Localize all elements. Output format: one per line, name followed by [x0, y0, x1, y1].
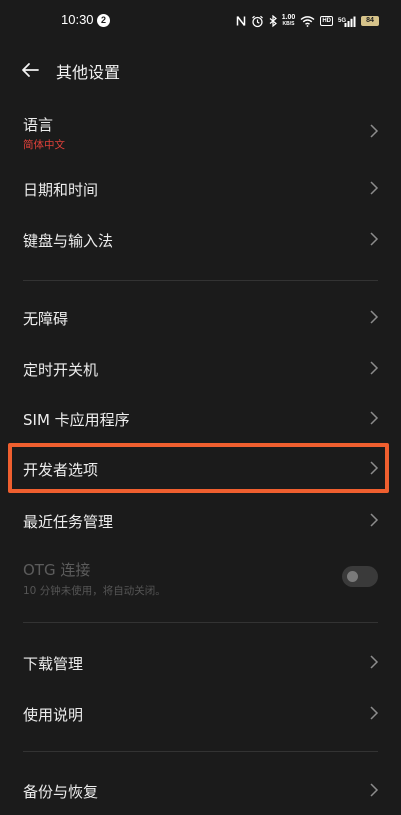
downloads-label: 下载管理	[23, 655, 84, 673]
section-divider	[23, 280, 378, 281]
settings-item-language[interactable]: 语言 简体中文	[0, 104, 401, 160]
chevron-right-icon	[370, 232, 379, 246]
settings-item-sim-apps[interactable]: SIM 卡应用程序	[0, 394, 401, 442]
sim-apps-label: SIM 卡应用程序	[23, 411, 130, 429]
status-time: 10:30	[61, 12, 94, 27]
status-bar: 10:30 2 1.00 KB/S HD 5G 84	[0, 0, 401, 42]
settings-item-datetime[interactable]: 日期和时间	[0, 164, 401, 212]
chevron-right-icon	[370, 310, 379, 324]
network-speed-value: 1.00	[281, 14, 296, 21]
manual-label: 使用说明	[23, 706, 84, 724]
settings-item-developer-options[interactable]: 开发者选项	[0, 445, 401, 493]
scheduled-power-label: 定时开关机	[23, 361, 99, 379]
otg-toggle[interactable]	[342, 566, 378, 587]
back-button[interactable]	[14, 56, 46, 84]
bluetooth-icon	[269, 14, 277, 28]
settings-item-scheduled-power[interactable]: 定时开关机	[0, 344, 401, 392]
chevron-right-icon	[370, 411, 379, 425]
chevron-right-icon	[370, 513, 379, 527]
chevron-right-icon	[370, 124, 379, 138]
recent-tasks-label: 最近任务管理	[23, 513, 114, 531]
page-title: 其他设置	[56, 63, 121, 82]
chevron-right-icon	[370, 181, 379, 195]
chevron-right-icon	[370, 461, 379, 475]
nfc-icon	[236, 14, 246, 28]
keyboard-label: 键盘与输入法	[23, 232, 114, 250]
settings-item-recent-tasks[interactable]: 最近任务管理	[0, 496, 401, 544]
backup-label: 备份与恢复	[23, 783, 99, 801]
language-current-value: 简体中文	[23, 139, 65, 151]
battery-indicator: 84	[361, 16, 379, 26]
network-speed: 1.00 KB/S	[282, 14, 296, 28]
settings-item-otg[interactable]: OTG 连接 10 分钟未使用，将自动关闭。	[0, 550, 401, 606]
wifi-icon	[300, 14, 315, 28]
settings-item-accessibility[interactable]: 无障碍	[0, 293, 401, 341]
settings-item-backup[interactable]: 备份与恢复	[0, 766, 401, 814]
network-speed-unit: KB/S	[282, 21, 295, 27]
accessibility-label: 无障碍	[23, 310, 69, 328]
developer-options-label: 开发者选项	[23, 461, 99, 479]
settings-item-keyboard[interactable]: 键盘与输入法	[0, 215, 401, 263]
otg-description: 10 分钟未使用，将自动关闭。	[23, 585, 166, 597]
arrow-left-icon	[22, 63, 39, 77]
notification-count-badge: 2	[97, 14, 110, 27]
otg-toggle-knob	[347, 571, 358, 582]
hd-voice-badge: HD	[320, 16, 333, 26]
chevron-right-icon	[370, 655, 379, 669]
chevron-right-icon	[370, 361, 379, 375]
otg-label: OTG 连接	[23, 561, 91, 579]
page-header: 其他设置	[0, 50, 401, 90]
alarm-clock-icon	[251, 14, 264, 28]
cellular-signal-icon: 5G	[338, 14, 356, 28]
language-label: 语言	[23, 116, 54, 134]
datetime-label: 日期和时间	[23, 181, 99, 199]
chevron-right-icon	[370, 783, 379, 797]
chevron-right-icon	[370, 706, 379, 720]
settings-item-manual[interactable]: 使用说明	[0, 689, 401, 737]
section-divider	[23, 622, 378, 623]
status-icons: 1.00 KB/S HD 5G 84	[236, 12, 379, 30]
section-divider	[23, 751, 378, 752]
settings-item-downloads[interactable]: 下载管理	[0, 638, 401, 686]
